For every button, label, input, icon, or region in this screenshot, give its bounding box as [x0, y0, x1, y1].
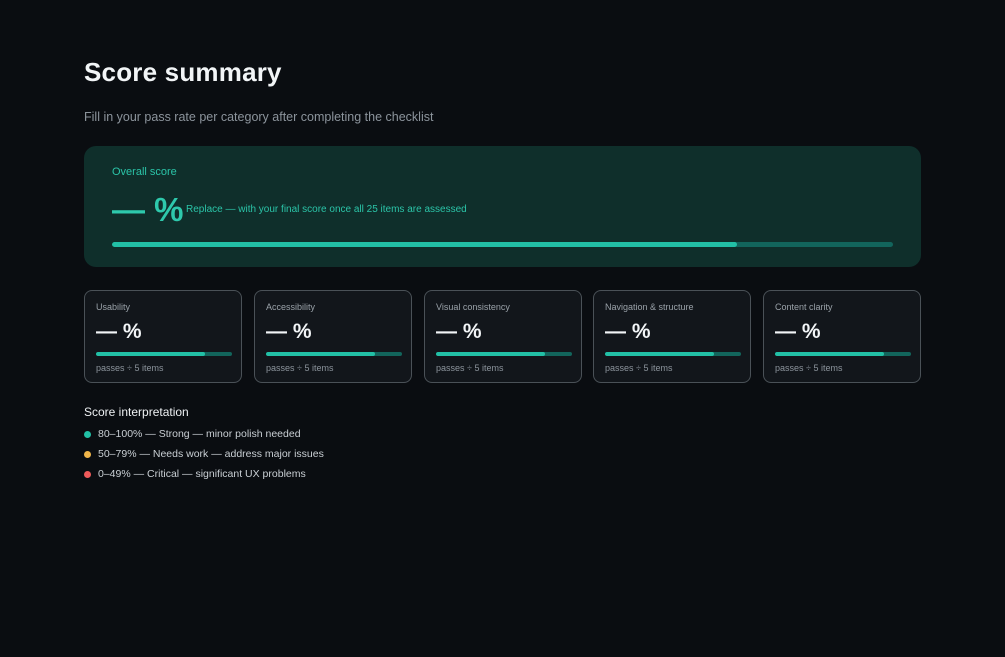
category-progress-fill — [436, 352, 545, 356]
category-progress-fill — [605, 352, 714, 356]
category-card-accessibility: Accessibility — % passes ÷ 5 items — [254, 290, 412, 383]
category-card-content-clarity: Content clarity — % passes ÷ 5 items — [763, 290, 921, 383]
category-label: Navigation & structure — [605, 302, 694, 312]
category-cards: Usability — % passes ÷ 5 items Accessibi… — [84, 290, 921, 383]
interpretation-item-needs-work: 50–79% — Needs work — address major issu… — [84, 447, 324, 461]
page-subtitle: Fill in your pass rate per category afte… — [84, 110, 434, 124]
category-footnote: passes ÷ 5 items — [775, 363, 843, 373]
category-score-value: — % — [436, 320, 482, 343]
interpretation-item-critical: 0–49% — Critical — significant UX proble… — [84, 467, 306, 481]
category-score-value: — % — [266, 320, 312, 343]
category-card-navigation-structure: Navigation & structure — % passes ÷ 5 it… — [593, 290, 751, 383]
category-label: Usability — [96, 302, 131, 312]
category-progress-fill — [96, 352, 205, 356]
overall-score-note: Replace — with your final score once all… — [186, 204, 467, 215]
interpretation-text: 50–79% — Needs work — address major issu… — [98, 448, 324, 460]
category-score-value: — % — [775, 320, 821, 343]
category-card-usability: Usability — % passes ÷ 5 items — [84, 290, 242, 383]
overall-score-label: Overall score — [112, 166, 177, 178]
interpretation-item-strong: 80–100% — Strong — minor polish needed — [84, 427, 301, 441]
category-card-visual-consistency: Visual consistency — % passes ÷ 5 items — [424, 290, 582, 383]
page-title: Score summary — [84, 57, 282, 87]
category-progress-fill — [266, 352, 375, 356]
category-progress-track — [605, 352, 741, 356]
category-progress-track — [775, 352, 911, 356]
category-progress-fill — [775, 352, 884, 356]
category-footnote: passes ÷ 5 items — [436, 363, 504, 373]
category-footnote: passes ÷ 5 items — [96, 363, 164, 373]
score-interpretation-heading: Score interpretation — [84, 405, 189, 419]
category-score-value: — % — [605, 320, 651, 343]
status-dot-icon — [84, 450, 91, 458]
category-footnote: passes ÷ 5 items — [605, 363, 673, 373]
interpretation-text: 80–100% — Strong — minor polish needed — [98, 428, 301, 440]
status-dot-icon — [84, 470, 91, 478]
category-progress-track — [436, 352, 572, 356]
category-progress-track — [96, 352, 232, 356]
category-footnote: passes ÷ 5 items — [266, 363, 334, 373]
overall-progress-track — [112, 242, 893, 247]
overall-progress-fill — [112, 242, 737, 247]
status-dot-icon — [84, 430, 91, 438]
interpretation-text: 0–49% — Critical — significant UX proble… — [98, 468, 306, 480]
category-label: Visual consistency — [436, 302, 510, 312]
category-label: Content clarity — [775, 302, 833, 312]
category-score-value: — % — [96, 320, 142, 343]
overall-score-value: — % — [112, 191, 184, 228]
category-progress-track — [266, 352, 402, 356]
overall-score-panel: Overall score — % Replace — with your fi… — [84, 146, 921, 267]
category-label: Accessibility — [266, 302, 316, 312]
